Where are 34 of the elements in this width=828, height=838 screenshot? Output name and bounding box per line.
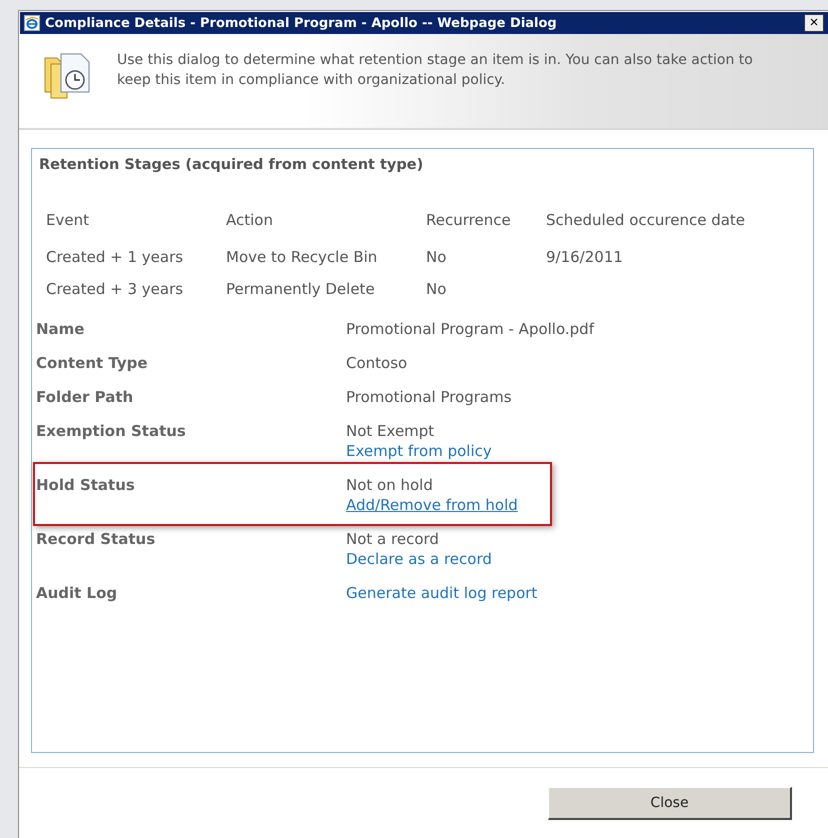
action-link[interactable]: Declare as a record [346, 550, 492, 568]
property-value: Promotional Program - Apollo.pdf [346, 320, 594, 338]
close-dialog-button[interactable]: Close [548, 786, 792, 820]
property-label: Name [36, 320, 86, 338]
table-cell-text: Created + 3 years [46, 280, 184, 298]
window-title: Compliance Details - Promotional Program - Apollo -- Webpage Dialog [45, 16, 558, 30]
intro-text: Use this dialog to determine what retention stage an item is in. You can also take action to keep this item in compliance with organizational policy. [117, 51, 754, 90]
property-label: Audit Log [36, 584, 118, 602]
column-header: Event [46, 211, 90, 229]
action-link[interactable]: Add/Remove from hold [346, 496, 518, 514]
table-cell-text: No [426, 280, 448, 298]
section-title: Retention Stages (acquired from content type) [38, 157, 424, 173]
table-cell-text: Created + 1 years [46, 248, 184, 266]
column-header: Action [226, 211, 274, 229]
property-label: Record Status [36, 530, 156, 550]
action-link[interactable]: Generate audit log report [346, 584, 538, 602]
table-cell-text: No [426, 248, 448, 266]
table-cell-text: Move to Recycle Bin [226, 248, 378, 266]
property-label: Content Type [36, 354, 149, 372]
column-header: Recurrence [426, 211, 512, 229]
column-header: Scheduled occurence date [546, 211, 746, 229]
property-value: Not Exempt [346, 422, 434, 440]
property-value: Not on hold [346, 476, 433, 494]
close-button[interactable]: × [804, 14, 824, 32]
action-link[interactable]: Exempt from policy [346, 442, 492, 460]
property-label: Hold Status [36, 476, 136, 496]
property-label: Folder Path [36, 388, 134, 406]
property-value: Not a record [346, 530, 439, 548]
table-cell-text: Permanently Delete [226, 280, 376, 298]
property-label: Exemption Status [36, 422, 187, 442]
property-value: Contoso [346, 354, 408, 372]
table-cell-text: 9/16/2011 [546, 248, 624, 266]
property-value: Promotional Programs [346, 388, 512, 406]
browser-icon [24, 15, 40, 31]
